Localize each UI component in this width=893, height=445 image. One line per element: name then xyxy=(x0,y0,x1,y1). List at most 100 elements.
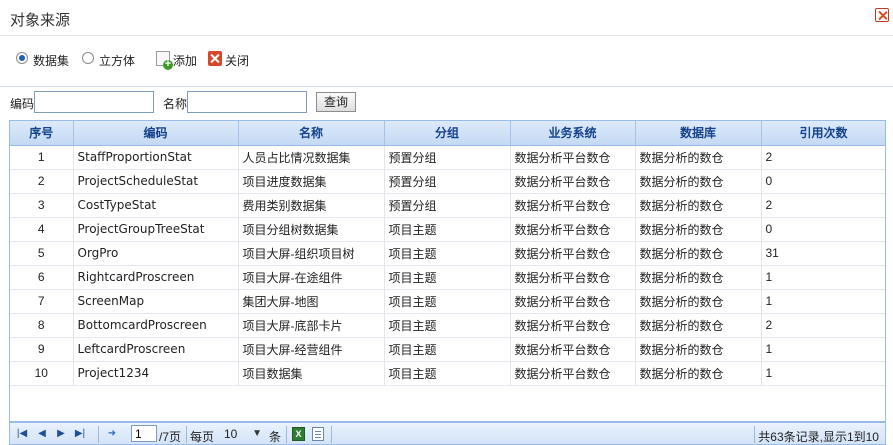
cell-index: 9 xyxy=(10,337,74,362)
cell-database: 数据分析的数仓 xyxy=(635,313,762,338)
col-header-database[interactable]: 数据库 xyxy=(635,121,762,146)
cell-name: 项目大屏-在途组件 xyxy=(238,265,385,290)
cell-code: CostTypeStat xyxy=(73,193,239,218)
pager-divider xyxy=(754,426,755,443)
table-row[interactable]: 8 BottomcardProscreen 项目大屏-底部卡片 项目主题 数据分… xyxy=(10,313,885,338)
cell-database: 数据分析的数仓 xyxy=(635,289,762,314)
pager-divider xyxy=(286,426,287,443)
cell-ref-count: 1 xyxy=(761,289,885,314)
go-page-icon[interactable]: ➜ xyxy=(106,428,118,440)
table-row[interactable]: 10 Project1234 项目数据集 项目主题 数据分析平台数仓 数据分析的… xyxy=(10,361,885,386)
code-input[interactable] xyxy=(34,91,154,113)
record-count-info: 共63条记录,显示1到10 xyxy=(758,430,879,444)
query-button[interactable]: 查询 xyxy=(316,92,356,112)
export-document-icon[interactable] xyxy=(312,427,324,441)
cell-database: 数据分析的数仓 xyxy=(635,265,762,290)
close-button[interactable]: 关闭 xyxy=(225,52,249,69)
cell-name: 项目数据集 xyxy=(238,361,385,386)
cell-database: 数据分析的数仓 xyxy=(635,145,762,170)
cell-database: 数据分析的数仓 xyxy=(635,241,762,266)
cell-ref-count: 2 xyxy=(761,193,885,218)
per-page-select[interactable]: 10 ▼ xyxy=(222,425,266,443)
table-row[interactable]: 7 ScreenMap 集团大屏-地图 项目主题 数据分析平台数仓 数据分析的数… xyxy=(10,289,885,314)
cell-name: 项目大屏-底部卡片 xyxy=(238,313,385,338)
cell-business-system: 数据分析平台数仓 xyxy=(510,193,636,218)
cell-ref-count: 1 xyxy=(761,265,885,290)
dialog-title: 对象来源 xyxy=(10,12,71,29)
radio-cube-label[interactable]: 立方体 xyxy=(99,52,135,69)
search-bar: 编码 名称 查询 xyxy=(0,86,893,117)
table-row[interactable]: 1 StaffProportionStat 人员占比情况数据集 预置分组 数据分… xyxy=(10,145,885,170)
table-row[interactable]: 6 RightcardProscreen 项目大屏-在途组件 项目主题 数据分析… xyxy=(10,265,885,290)
data-grid: 序号 编码 名称 分组 业务系统 数据库 引用次数 1 StaffProport… xyxy=(9,120,886,422)
radio-dataset-label[interactable]: 数据集 xyxy=(33,52,69,69)
col-header-index[interactable]: 序号 xyxy=(10,121,74,146)
cell-database: 数据分析的数仓 xyxy=(635,217,762,242)
cell-index: 5 xyxy=(10,241,74,266)
name-input[interactable] xyxy=(187,91,307,113)
close-doc-icon[interactable] xyxy=(208,51,222,66)
cell-database: 数据分析的数仓 xyxy=(635,193,762,218)
cell-index: 2 xyxy=(10,169,74,194)
prev-page-icon[interactable]: ◀ xyxy=(36,428,48,440)
col-header-name[interactable]: 名称 xyxy=(238,121,385,146)
cell-code: OrgPro xyxy=(73,241,239,266)
export-excel-icon[interactable]: X xyxy=(292,427,305,441)
radio-cube[interactable] xyxy=(82,52,94,64)
cell-database: 数据分析的数仓 xyxy=(635,337,762,362)
cell-group: 项目主题 xyxy=(384,289,511,314)
cell-business-system: 数据分析平台数仓 xyxy=(510,337,636,362)
last-page-icon[interactable]: ▶| xyxy=(74,428,86,440)
cell-code: Project1234 xyxy=(73,361,239,386)
col-header-code[interactable]: 编码 xyxy=(73,121,239,146)
cell-group: 项目主题 xyxy=(384,265,511,290)
dialog-titlebar: 对象来源 xyxy=(0,0,893,36)
cell-code: StaffProportionStat xyxy=(73,145,239,170)
cell-code: LeftcardProscreen xyxy=(73,337,239,362)
toolbar: 数据集 立方体 添加 关闭 xyxy=(0,44,893,78)
cell-name: 项目大屏-经营组件 xyxy=(238,337,385,362)
cell-group: 项目主题 xyxy=(384,313,511,338)
per-page-label: 每页 xyxy=(190,430,215,444)
cell-business-system: 数据分析平台数仓 xyxy=(510,289,636,314)
cell-index: 7 xyxy=(10,289,74,314)
pager-divider xyxy=(186,426,187,443)
col-header-business-system[interactable]: 业务系统 xyxy=(510,121,636,146)
cell-code: BottomcardProscreen xyxy=(73,313,239,338)
cell-business-system: 数据分析平台数仓 xyxy=(510,169,636,194)
cell-ref-count: 2 xyxy=(761,145,885,170)
add-button[interactable]: 添加 xyxy=(173,52,197,69)
cell-name: 项目进度数据集 xyxy=(238,169,385,194)
cell-ref-count: 2 xyxy=(761,313,885,338)
code-label: 编码 xyxy=(10,97,35,111)
table-row[interactable]: 2 ProjectScheduleStat 项目进度数据集 预置分组 数据分析平… xyxy=(10,169,885,194)
cell-group: 项目主题 xyxy=(384,217,511,242)
next-page-icon[interactable]: ▶ xyxy=(55,428,67,440)
first-page-icon[interactable]: |◀ xyxy=(16,428,28,440)
chevron-down-icon: ▼ xyxy=(252,428,262,439)
add-icon[interactable] xyxy=(156,51,173,70)
close-icon[interactable] xyxy=(875,8,889,22)
cell-index: 4 xyxy=(10,217,74,242)
pager-divider xyxy=(331,426,332,443)
radio-dataset[interactable] xyxy=(16,52,28,64)
table-row[interactable]: 4 ProjectGroupTreeStat 项目分组树数据集 项目主题 数据分… xyxy=(10,217,885,242)
cell-database: 数据分析的数仓 xyxy=(635,169,762,194)
cell-group: 预置分组 xyxy=(384,169,511,194)
cell-group: 项目主题 xyxy=(384,361,511,386)
page-number-input[interactable] xyxy=(131,425,157,442)
cell-business-system: 数据分析平台数仓 xyxy=(510,217,636,242)
table-row[interactable]: 3 CostTypeStat 费用类别数据集 预置分组 数据分析平台数仓 数据分… xyxy=(10,193,885,218)
table-row[interactable]: 9 LeftcardProscreen 项目大屏-经营组件 项目主题 数据分析平… xyxy=(10,337,885,362)
table-row[interactable]: 5 OrgPro 项目大屏-组织项目树 项目主题 数据分析平台数仓 数据分析的数… xyxy=(10,241,885,266)
col-header-group[interactable]: 分组 xyxy=(384,121,511,146)
cell-name: 费用类别数据集 xyxy=(238,193,385,218)
col-header-ref-count[interactable]: 引用次数 xyxy=(761,121,885,146)
cell-code: ScreenMap xyxy=(73,289,239,314)
total-pages-label: /7页 xyxy=(159,430,182,444)
cell-business-system: 数据分析平台数仓 xyxy=(510,313,636,338)
cell-name: 集团大屏-地图 xyxy=(238,289,385,314)
cell-index: 3 xyxy=(10,193,74,218)
cell-name: 项目分组树数据集 xyxy=(238,217,385,242)
cell-name: 人员占比情况数据集 xyxy=(238,145,385,170)
